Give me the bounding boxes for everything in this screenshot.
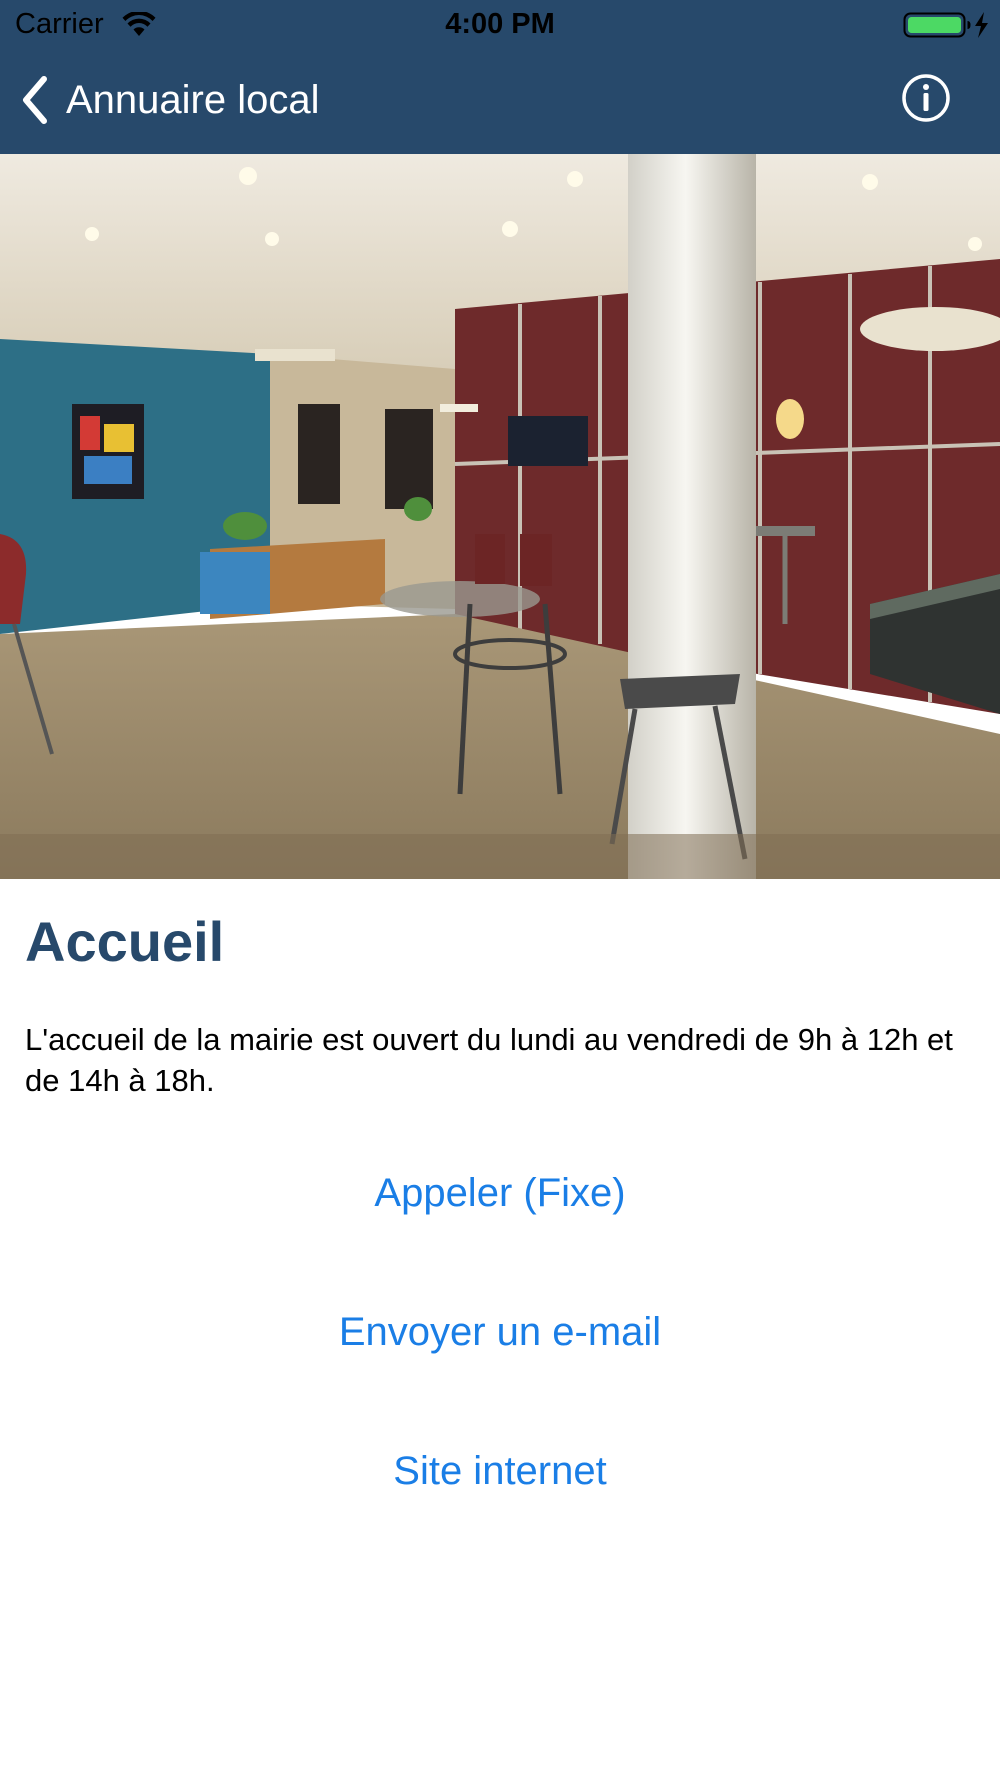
send-email-button[interactable]: Envoyer un e-mail [0, 1310, 1000, 1355]
status-time: 4:00 PM [445, 8, 555, 40]
app-screen: Carrier 4:00 PM Annuaire local Accueil L… [0, 0, 1000, 1778]
page-title: Accueil [25, 910, 225, 973]
website-button[interactable]: Site internet [0, 1449, 1000, 1494]
status-bar: Carrier 4:00 PM [0, 0, 1000, 50]
info-circle-icon[interactable] [900, 72, 952, 124]
top-bar: Carrier 4:00 PM Annuaire local [0, 0, 1000, 154]
back-button-label: Annuaire local [66, 77, 320, 122]
chevron-left-icon [23, 76, 47, 124]
navigation-bar: Annuaire local [0, 50, 1000, 154]
hero-image [0, 154, 1000, 879]
battery-charging-icon [903, 12, 988, 38]
opening-hours-text: L'accueil de la mairie est ouvert du lun… [25, 1022, 953, 1098]
back-button[interactable]: Annuaire local [18, 70, 320, 130]
call-landline-button[interactable]: Appeler (Fixe) [0, 1171, 1000, 1216]
